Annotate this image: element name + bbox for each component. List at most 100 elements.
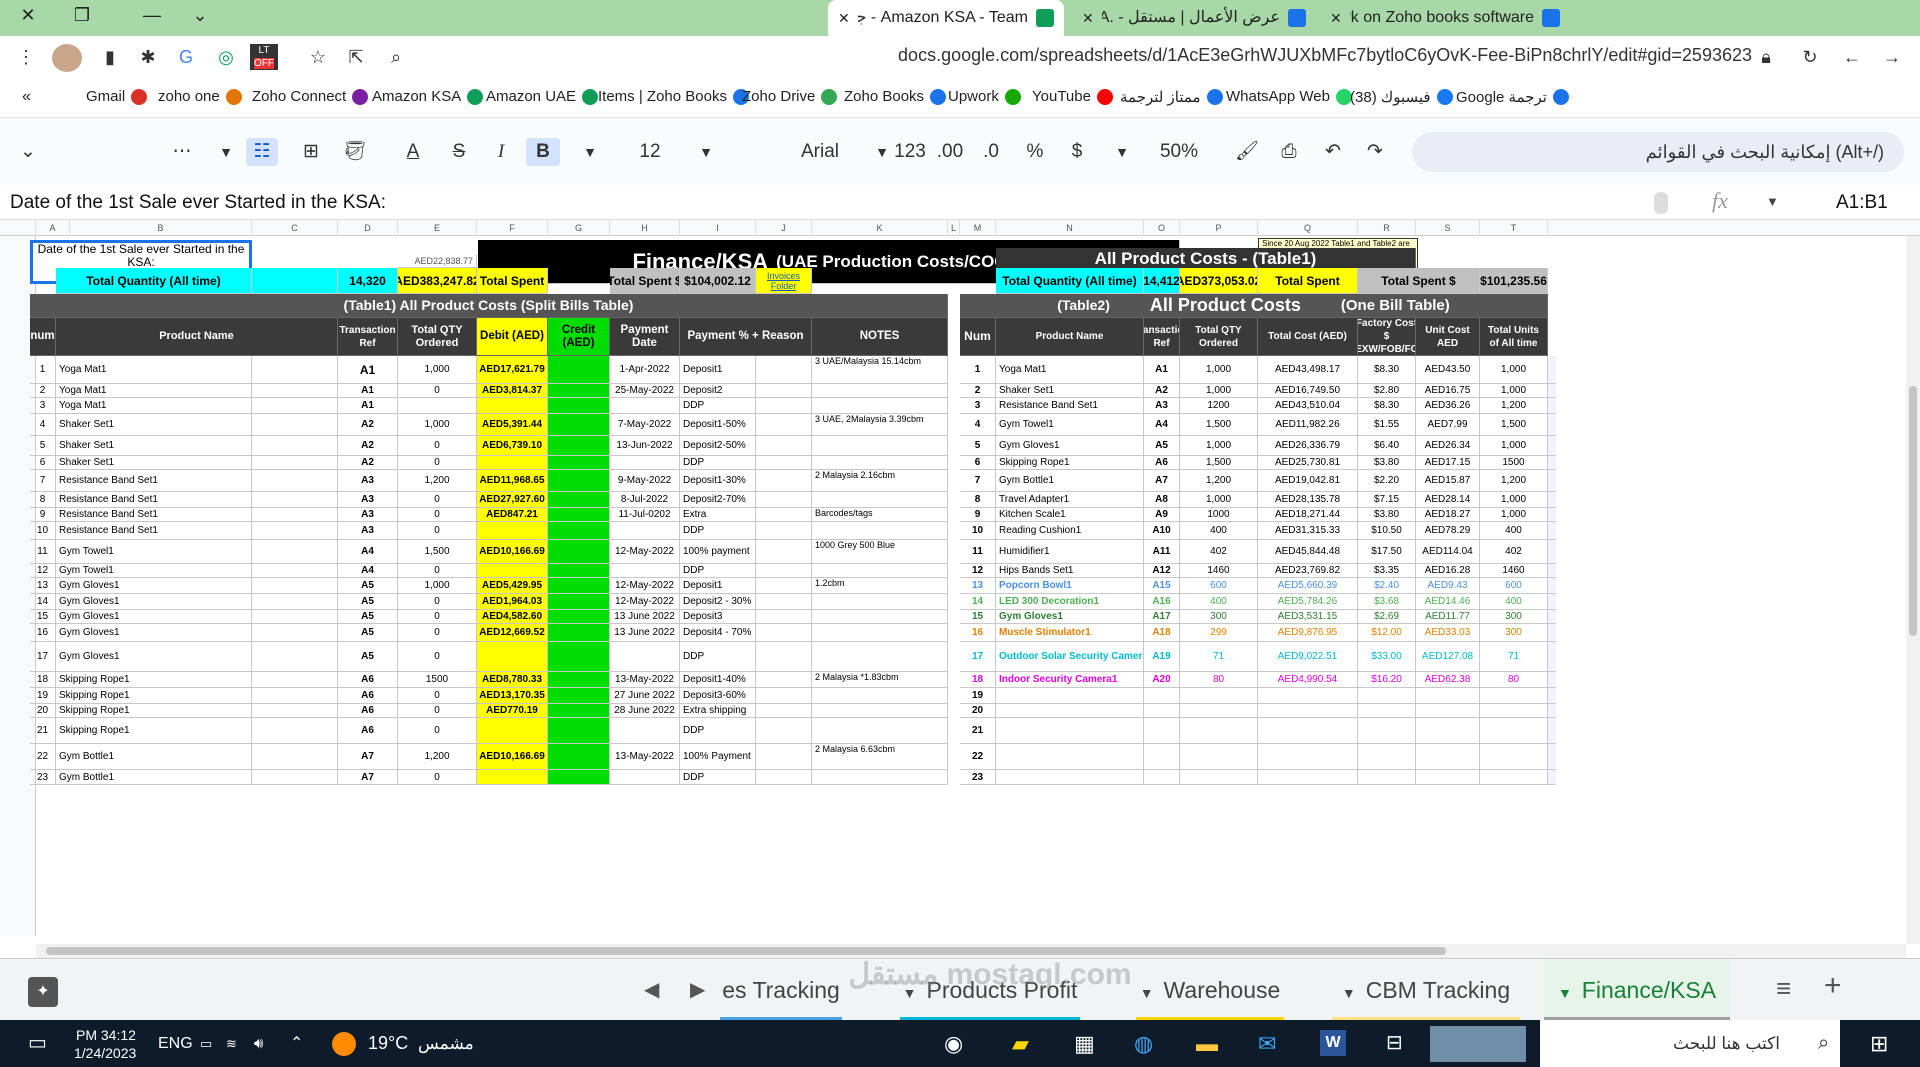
- table2-cell[interactable]: $1.55: [1358, 414, 1416, 436]
- table1-cell[interactable]: [252, 770, 338, 785]
- table2-cell[interactable]: AED28,135.78: [1258, 492, 1358, 508]
- table1-cell[interactable]: [756, 718, 812, 744]
- table1-cell[interactable]: [548, 398, 610, 414]
- table2-cell[interactable]: 18: [960, 672, 996, 688]
- table2-link-cell[interactable]: [1548, 470, 1556, 492]
- table2-cell[interactable]: $10.50: [1358, 522, 1416, 540]
- table1-cell[interactable]: Deposit3-60%: [680, 688, 756, 704]
- table1-cell[interactable]: 10: [30, 522, 56, 540]
- product-name-cell[interactable]: Indoor Security Camera1: [996, 672, 1144, 688]
- table1-cell[interactable]: [548, 642, 610, 672]
- product-name-cell[interactable]: Shaker Set1: [56, 436, 252, 456]
- table1-cell[interactable]: 9-May-2022: [610, 470, 680, 492]
- table2-cell[interactable]: [1258, 770, 1358, 785]
- table2-column-header[interactable]: Total Cost (AED): [1258, 318, 1358, 356]
- table1-cell[interactable]: Deposit1-30%: [680, 470, 756, 492]
- table1-cell[interactable]: [610, 770, 680, 785]
- table2-cell[interactable]: [1416, 688, 1480, 704]
- table1-cell[interactable]: [548, 470, 610, 492]
- table2-cell[interactable]: [1144, 718, 1180, 744]
- table2-cell[interactable]: 1200: [1180, 398, 1258, 414]
- table1-cell[interactable]: [756, 688, 812, 704]
- table1-cell[interactable]: AED3,814.37: [477, 384, 548, 398]
- table2-cell[interactable]: AED114.04: [1416, 540, 1480, 564]
- product-name-cell[interactable]: Shaker Set1: [56, 456, 252, 470]
- table1-cell[interactable]: [548, 522, 610, 540]
- table2-link-cell[interactable]: [1548, 398, 1556, 414]
- mail-app-icon[interactable]: ✉: [1258, 1020, 1276, 1067]
- table1-cell[interactable]: [610, 398, 680, 414]
- table2-cell[interactable]: AED26,336.79: [1258, 436, 1358, 456]
- table1-cell[interactable]: 100% Payment: [680, 744, 756, 770]
- table1-cell[interactable]: 1,000: [398, 414, 477, 436]
- table2-cell[interactable]: AED16.28: [1416, 564, 1480, 578]
- table2-cell[interactable]: $8.30: [1358, 398, 1416, 414]
- table1-cell[interactable]: [548, 356, 610, 384]
- table1-cell[interactable]: 12-May-2022: [610, 578, 680, 594]
- table2-link-cell[interactable]: [1548, 610, 1556, 624]
- table2-cell[interactable]: $2.20: [1358, 470, 1416, 492]
- product-name-cell[interactable]: Gym Bottle1: [996, 470, 1144, 492]
- table1-cell[interactable]: [252, 384, 338, 398]
- table1-cell[interactable]: [756, 492, 812, 508]
- table2-cell[interactable]: AED45,844.48: [1258, 540, 1358, 564]
- table2-cell[interactable]: 1: [960, 356, 996, 384]
- table2-cell[interactable]: [1144, 770, 1180, 785]
- cyan-cell[interactable]: [252, 268, 338, 294]
- table2-cell[interactable]: 299: [1180, 624, 1258, 642]
- table2-cell[interactable]: AED43,498.17: [1258, 356, 1358, 384]
- table2-cell[interactable]: AED7.99: [1416, 414, 1480, 436]
- table1-cell[interactable]: 1,000: [398, 356, 477, 384]
- table2-cell[interactable]: [1258, 718, 1358, 744]
- table1-cell[interactable]: 0: [398, 508, 477, 522]
- table2-cell[interactable]: [1180, 688, 1258, 704]
- table1-cell[interactable]: AED27,927.60: [477, 492, 548, 508]
- table1-cell[interactable]: DDP: [680, 770, 756, 785]
- table1-cell[interactable]: [252, 456, 338, 470]
- total-quantity-value[interactable]: 14,320: [338, 268, 398, 294]
- table2-cell[interactable]: 2: [960, 384, 996, 398]
- table2-cell[interactable]: 9: [960, 508, 996, 522]
- taskbar-search-input[interactable]: اكتب هنا للبحث: [1540, 1020, 1840, 1067]
- table2-cell[interactable]: 20: [960, 704, 996, 718]
- table2-cell[interactable]: AED16,749.50: [1258, 384, 1358, 398]
- table1-cell[interactable]: [756, 672, 812, 688]
- product-name-cell[interactable]: Gym Gloves1: [56, 594, 252, 610]
- table2-cell[interactable]: AED31,315.33: [1258, 522, 1358, 540]
- battery-icon[interactable]: ▭: [200, 1020, 212, 1067]
- table2-cell[interactable]: AED3,531.15: [1258, 610, 1358, 624]
- table1-cell[interactable]: AED10,166.69: [477, 540, 548, 564]
- table1-cell[interactable]: Deposit1: [680, 356, 756, 384]
- table2-cell[interactable]: AED19,042.81: [1258, 470, 1358, 492]
- table2-cell[interactable]: $3.68: [1358, 594, 1416, 610]
- table1-cell[interactable]: [548, 624, 610, 642]
- table1-cell[interactable]: AED12,669.52: [477, 624, 548, 642]
- table2-cell[interactable]: AED26.34: [1416, 436, 1480, 456]
- table1-cell[interactable]: [756, 398, 812, 414]
- table1-cell[interactable]: 0: [398, 492, 477, 508]
- table1-cell[interactable]: [548, 594, 610, 610]
- table2-link-cell[interactable]: [1548, 522, 1556, 540]
- table1-cell[interactable]: [477, 770, 548, 785]
- table1-cell[interactable]: [252, 704, 338, 718]
- table2-cell[interactable]: 13: [960, 578, 996, 594]
- table1-cell[interactable]: [252, 578, 338, 594]
- table1-cell[interactable]: [812, 642, 948, 672]
- table2-cell[interactable]: $7.15: [1358, 492, 1416, 508]
- table2-cell[interactable]: A8: [1144, 492, 1180, 508]
- add-sheet-icon[interactable]: +: [1824, 969, 1842, 1003]
- table1-cell[interactable]: 1500: [398, 672, 477, 688]
- sun-weather-icon[interactable]: [332, 1032, 356, 1056]
- table1-cell[interactable]: [812, 610, 948, 624]
- table2-cell[interactable]: [1180, 744, 1258, 770]
- table1-cell[interactable]: 8: [30, 492, 56, 508]
- table1-cell[interactable]: 9: [30, 508, 56, 522]
- table2-cell[interactable]: 16: [960, 624, 996, 642]
- table2-cell[interactable]: A17: [1144, 610, 1180, 624]
- table1-cell[interactable]: [252, 470, 338, 492]
- table2-cell[interactable]: $6.40: [1358, 436, 1416, 456]
- sheet-tab[interactable]: ▼ CBM Tracking: [1332, 959, 1520, 1021]
- table2-link-cell[interactable]: [1548, 770, 1556, 785]
- table1-cell[interactable]: 13-May-2022: [610, 744, 680, 770]
- table1-cell[interactable]: 1,500: [398, 540, 477, 564]
